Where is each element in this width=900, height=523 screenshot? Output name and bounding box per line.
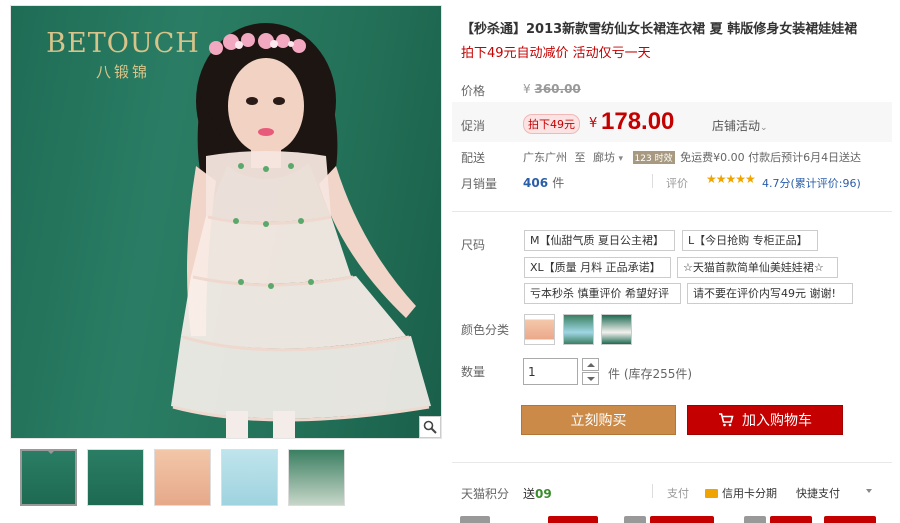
main-product-image[interactable]: BETOUCH 八锻锦 [10,5,442,439]
thumbnail-list [20,449,345,506]
rating-link[interactable]: 4.7分(累计评价:96) [762,175,861,191]
quantity-label: 数量 [461,365,486,379]
sales-label: 月销量 [461,177,498,191]
color-swatch-pink[interactable] [524,314,555,345]
arrow-up-icon [586,362,595,367]
points-prefix: 送 [523,487,536,501]
shipping-info: 广东广州 至 廊坊 ▾ 123 时效 免运费¥0.00 付款后预计6月4日送达 [523,149,861,165]
points-label: 天猫积分 [461,487,510,501]
original-price: ¥ 360.00 [523,82,581,96]
promo-tag: 拍下49元 [523,114,580,134]
add-to-cart-button[interactable]: 加入购物车 [687,405,843,435]
credit-installment-link[interactable]: 信用卡分期 [705,485,777,501]
tag-fragment [650,516,714,523]
thumbnail-1[interactable] [20,449,77,506]
original-currency: ¥ [523,82,531,96]
tag-fragment [624,516,646,523]
size-option[interactable]: L【今日抢购 专柜正品】 [682,230,818,251]
quantity-decrease-button[interactable] [582,372,599,385]
shipping-label: 配送 [461,151,486,165]
size-option[interactable]: M【仙甜气质 夏日公主裙】 [524,230,675,251]
ship-to: 廊坊 [593,151,615,164]
sales-count-value: 406 [523,176,549,190]
sales-unit: 件 [552,176,565,190]
product-subtitle: 拍下49元自动减价 活动仅亏一天 [461,46,651,61]
bottom-tag-strip [452,512,892,523]
tag-fragment [824,516,876,523]
color-swatch-white[interactable] [601,314,632,345]
arrow-down-icon [586,376,595,381]
magnifier-icon [423,420,437,434]
tag-fragment [744,516,766,523]
buy-now-label: 立刻购买 [570,413,627,429]
ship-to-word: 至 [574,151,586,164]
size-option[interactable]: ☆天猫首款简单仙美娃娃裙☆ [677,257,838,278]
add-to-cart-label: 加入购物车 [742,413,812,429]
thumbnail-4[interactable] [221,449,278,506]
original-price-value: 360.00 [534,82,581,96]
chevron-down-icon [866,489,872,493]
star-rating-icon: ★★★★★ [706,172,756,186]
zoom-button[interactable] [419,416,441,438]
thumbnail-3[interactable] [154,449,211,506]
points-value: 送09 [523,485,552,502]
size-option[interactable]: XL【质量 月料 正品承诺】 [524,257,671,278]
price-label: 价格 [461,84,486,98]
divider [652,174,653,188]
quickpay-dropdown[interactable]: 快捷支付 [796,485,840,501]
quantity-input[interactable] [523,358,578,385]
quantity-increase-button[interactable] [582,358,599,371]
divider [652,484,653,498]
promo-currency: ¥ [589,116,598,131]
credit-label: 信用卡分期 [722,487,777,500]
divider [452,462,892,463]
credit-card-icon [705,488,718,498]
color-label: 颜色分类 [461,323,510,337]
sales-count: 406 件 [523,174,564,191]
chevron-down-icon: ⌄ [760,123,768,133]
thumbnail-2[interactable] [87,449,144,506]
rating-label: 评价 [666,177,688,190]
cart-icon [719,413,734,427]
product-title: 【秒杀通】2013新款雪纺仙女长裙连衣裙 夏 韩版修身女装裙娃娃裙 [461,22,858,37]
size-option[interactable]: 请不要在评价内写49元 谢谢! [687,283,853,304]
promo-label: 促消 [461,119,486,133]
buy-now-button[interactable]: 立刻购买 [521,405,676,435]
ship-to-dropdown[interactable]: 廊坊 ▾ [593,151,623,164]
pay-label: 支付 [667,487,689,500]
promo-price: 178.00 [601,108,675,135]
tag-fragment [548,516,598,523]
chevron-down-icon: ▾ [618,154,624,164]
tag-fragment [460,516,490,523]
size-option[interactable]: 亏本秒杀 慎重评价 希望好评 [524,283,681,304]
color-swatch-blue[interactable] [563,314,594,345]
ship-badge: 123 时效 [632,151,675,164]
ship-fee: 免运费¥0.00 付款后预计6月4日送达 [680,151,862,164]
store-activity-dropdown[interactable]: 店铺活动⌄ [712,117,768,134]
ship-from: 广东广州 [523,151,567,164]
store-activity-label: 店铺活动 [712,119,761,133]
points-number: 09 [535,487,552,501]
size-label: 尺码 [461,238,486,252]
model-illustration [171,23,431,438]
tag-fragment [770,516,812,523]
stock-info: 件 (库存255件) [608,367,693,381]
divider [452,211,892,212]
thumbnail-5[interactable] [288,449,345,506]
